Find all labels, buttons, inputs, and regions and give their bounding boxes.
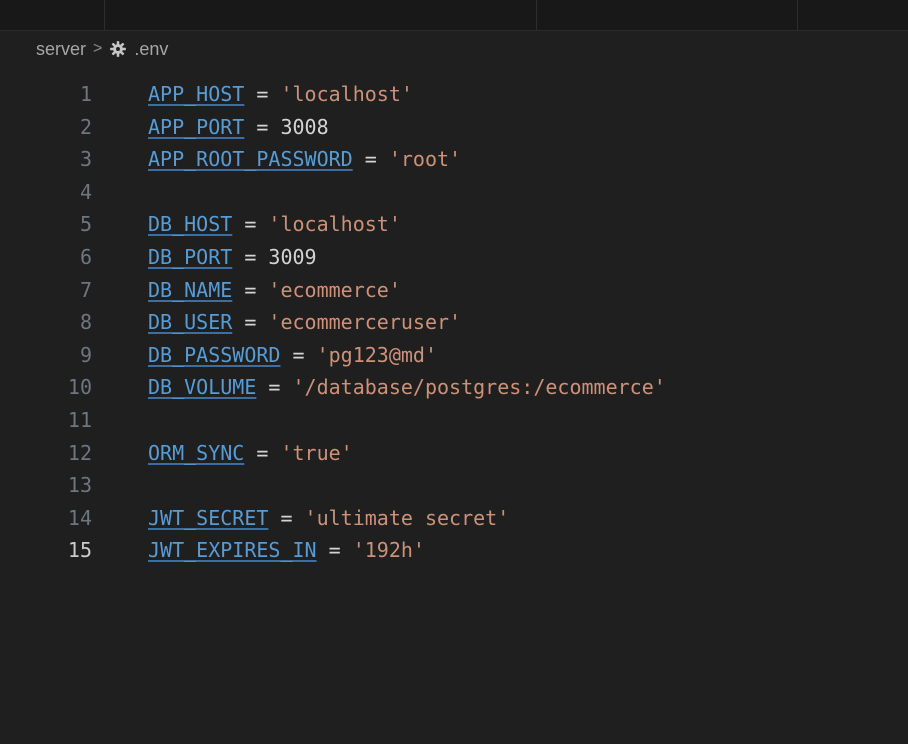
line-number: 1 [79, 82, 92, 106]
assign-operator: = [316, 538, 353, 563]
code-content: APP_ROOT_PASSWORD = 'root' [148, 143, 461, 176]
code-content: JWT_EXPIRES_IN = '192h' [148, 534, 425, 567]
env-key: DB_HOST [148, 212, 233, 237]
env-value: 'localhost' [280, 82, 413, 106]
code-line[interactable]: 15 JWT_EXPIRES_IN = '192h' [0, 534, 908, 567]
breadcrumb: server > .env [36, 34, 168, 64]
env-value: 'pg123@md' [316, 342, 437, 367]
env-key: JWT_EXPIRES_IN [148, 538, 317, 563]
env-key: APP_PORT [148, 114, 245, 139]
gear-icon [109, 40, 127, 58]
assign-operator: = [268, 505, 305, 530]
code-content: ORM_SYNC = 'true' [148, 437, 353, 470]
assign-operator: = [232, 310, 269, 335]
code-line[interactable]: 13 [0, 469, 908, 502]
assign-operator: = [232, 212, 269, 237]
line-number: 9 [79, 342, 92, 367]
env-value: 'ecommerceruser' [268, 310, 462, 335]
assign-operator: = [232, 244, 269, 269]
env-key: DB_PORT [148, 244, 233, 269]
breadcrumb-file[interactable]: .env [134, 39, 168, 60]
line-number: 11 [67, 407, 92, 432]
env-key: JWT_SECRET [148, 505, 269, 530]
code-line[interactable]: 11 [0, 404, 908, 437]
code-content: DB_VOLUME = '/database/postgres:/ecommer… [148, 371, 666, 404]
code-line[interactable]: 3 APP_ROOT_PASSWORD = 'root' [0, 143, 908, 176]
line-number: 5 [79, 212, 92, 237]
code-line[interactable]: 10 DB_VOLUME = '/database/postgres:/ecomm… [0, 371, 908, 404]
code-line[interactable]: 1 APP_HOST = 'localhost' [0, 78, 908, 111]
env-key: APP_ROOT_PASSWORD [148, 147, 353, 172]
breadcrumb-folder[interactable]: server [36, 39, 86, 60]
tab-divider [797, 0, 798, 30]
env-key: ORM_SYNC [148, 440, 245, 465]
code-line[interactable]: 12 ORM_SYNC = 'true' [0, 437, 908, 470]
env-value: 'root' [388, 147, 462, 172]
line-number: 4 [79, 179, 92, 204]
assign-operator: = [232, 277, 269, 302]
code-line[interactable]: 6 DB_PORT = 3009 [0, 241, 908, 274]
line-number: 8 [79, 310, 92, 335]
editor-window: server > .env 1 APP_HOST = 'localhost' 2… [0, 0, 908, 744]
env-key: DB_NAME [148, 277, 233, 302]
env-key: DB_PASSWORD [148, 342, 281, 367]
code-line[interactable]: 7 DB_NAME = 'ecommerce' [0, 274, 908, 307]
line-number: 15 [67, 538, 92, 563]
code-line[interactable]: 5 DB_HOST = 'localhost' [0, 208, 908, 241]
tab-strip [0, 0, 908, 31]
code-content: APP_HOST = 'localhost' [148, 78, 413, 111]
code-line[interactable]: 8 DB_USER = 'ecommerceruser' [0, 306, 908, 339]
code-content: DB_HOST = 'localhost' [148, 208, 401, 241]
code-content: DB_PASSWORD = 'pg123@md' [148, 339, 437, 372]
tab-divider [536, 0, 537, 30]
code-content: DB_USER = 'ecommerceruser' [148, 306, 461, 339]
tab-divider [104, 0, 105, 30]
line-number: 10 [67, 375, 92, 400]
code-line[interactable]: 9 DB_PASSWORD = 'pg123@md' [0, 339, 908, 372]
code-content: JWT_SECRET = 'ultimate secret' [148, 502, 509, 535]
env-value: 3008 [280, 114, 329, 139]
env-value: 'ultimate secret' [304, 505, 510, 530]
code-line[interactable]: 4 [0, 176, 908, 209]
assign-operator: = [244, 440, 281, 465]
env-value: 3009 [268, 244, 317, 269]
assign-operator: = [280, 342, 317, 367]
code-content: APP_PORT = 3008 [148, 111, 329, 144]
code-line[interactable]: 2 APP_PORT = 3008 [0, 111, 908, 144]
env-key: APP_HOST [148, 82, 245, 106]
env-value: 'ecommerce' [268, 277, 401, 302]
code-content: DB_NAME = 'ecommerce' [148, 274, 401, 307]
line-number: 3 [79, 147, 92, 172]
assign-operator: = [244, 82, 281, 106]
assign-operator: = [256, 375, 293, 400]
breadcrumb-separator: > [93, 40, 103, 57]
line-number: 13 [67, 473, 92, 498]
env-value: '/database/postgres:/ecommerce' [292, 375, 666, 400]
env-key: DB_USER [148, 310, 233, 335]
line-number: 14 [67, 505, 92, 530]
line-number: 6 [79, 244, 92, 269]
line-number: 12 [67, 440, 92, 465]
assign-operator: = [244, 114, 281, 139]
env-value: 'true' [280, 440, 353, 465]
code-editor[interactable]: 1 APP_HOST = 'localhost' 2 APP_PORT = 3008 3… [0, 78, 908, 567]
code-content: DB_PORT = 3009 [148, 241, 317, 274]
env-value: 'localhost' [268, 212, 401, 237]
env-value: '192h' [352, 538, 425, 563]
line-number: 2 [79, 114, 92, 139]
env-key: DB_VOLUME [148, 375, 257, 400]
assign-operator: = [352, 147, 389, 172]
code-line[interactable]: 14 JWT_SECRET = 'ultimate secret' [0, 502, 908, 535]
line-number: 7 [79, 277, 92, 302]
